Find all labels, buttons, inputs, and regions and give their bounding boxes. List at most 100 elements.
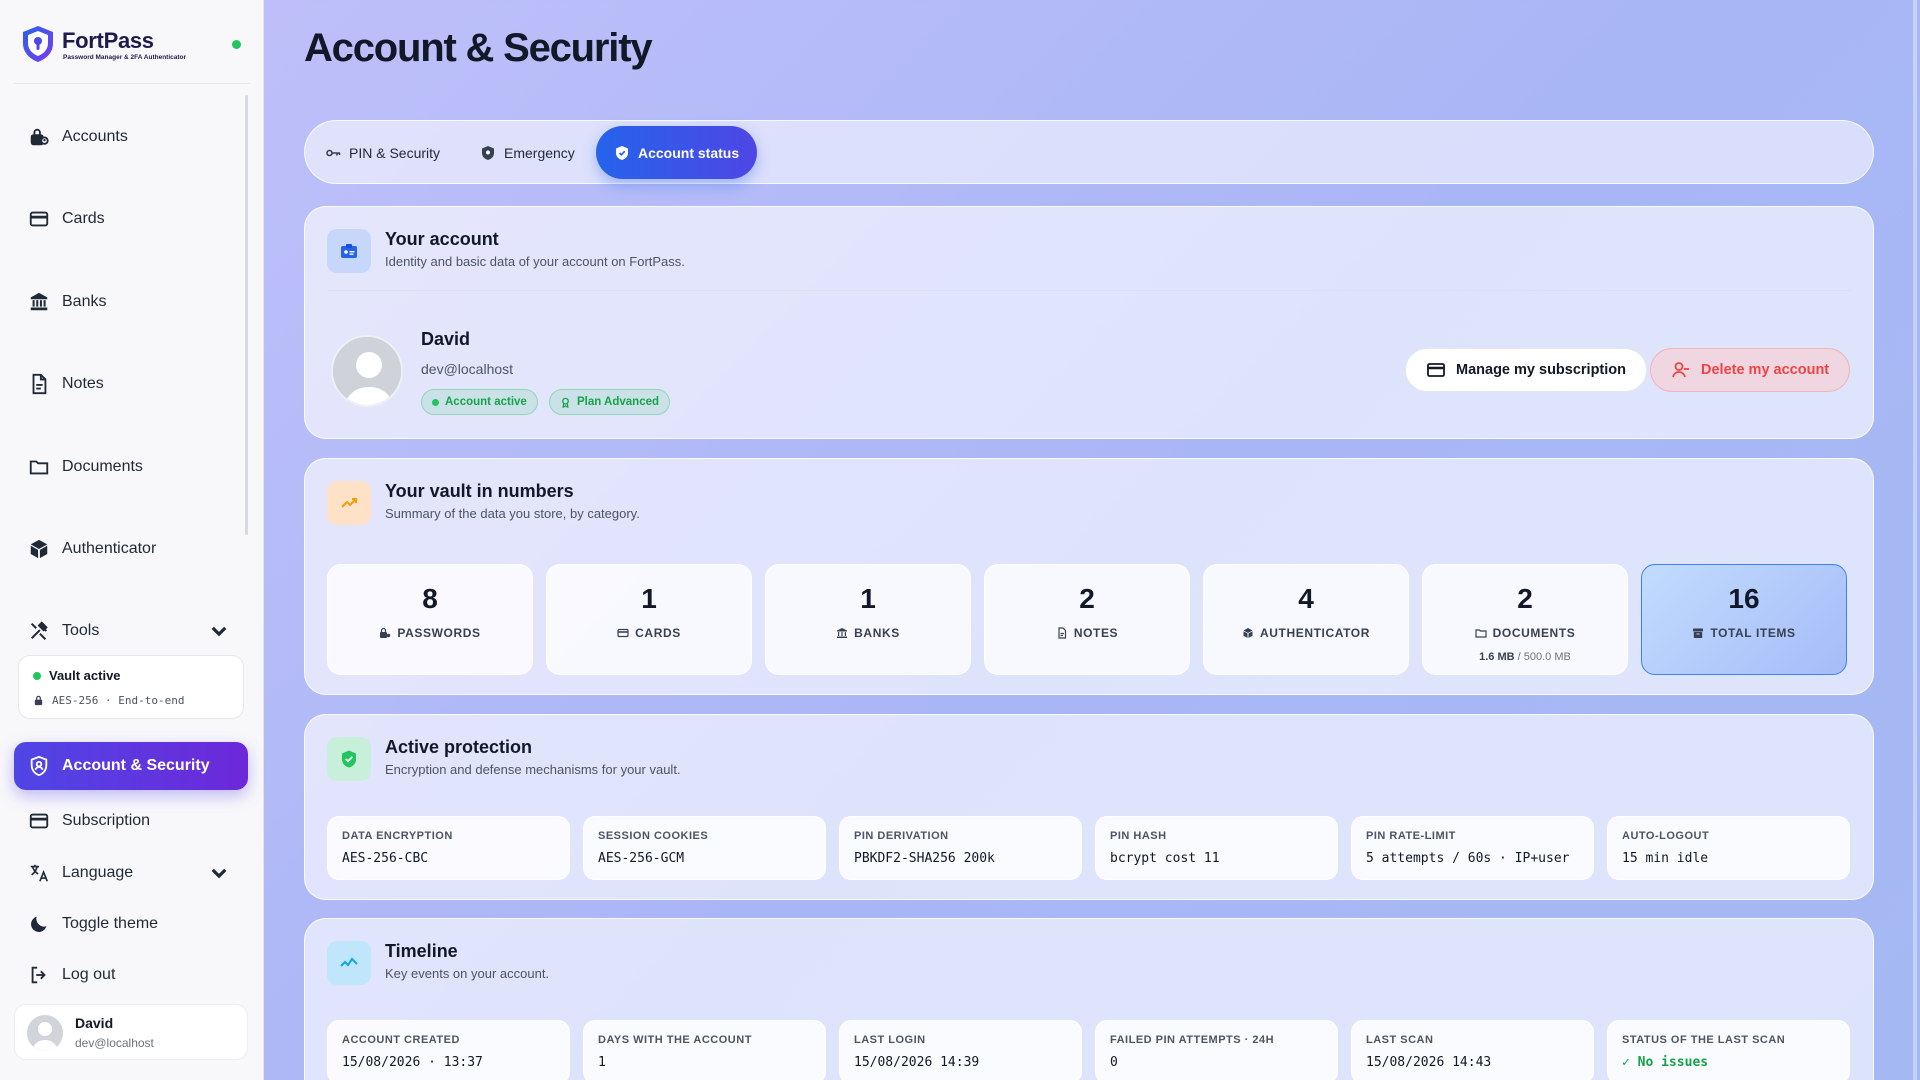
stat-label: CARDS: [547, 626, 751, 640]
tab-account-status[interactable]: Account status: [596, 126, 758, 179]
tile-last-scan-status: STATUS OF THE LAST SCAN ✓ No issues: [1607, 1020, 1850, 1080]
vault-numbers-card: Your vault in numbers Summary of the dat…: [304, 458, 1874, 695]
sidebar-item-subscription[interactable]: Subscription: [14, 799, 248, 843]
tab-label: Emergency: [504, 144, 575, 161]
user-profile-box[interactable]: David dev@localhost: [14, 1004, 248, 1060]
divider: [327, 290, 1851, 291]
page-title: Account & Security: [304, 26, 653, 70]
logo-row: FortPass Password Manager & 2FA Authenti…: [14, 16, 250, 84]
id-card-icon: [327, 229, 371, 273]
vault-numbers-subtitle: Summary of the data you store, by catego…: [385, 506, 640, 521]
bank-icon: [30, 292, 48, 311]
activity-icon: [327, 941, 371, 985]
stat-value: 2: [1079, 583, 1095, 614]
sidebar-item-accounts[interactable]: Accounts: [14, 115, 248, 159]
sidebar-item-cards[interactable]: Cards: [14, 197, 248, 241]
button-label: Manage my subscription: [1456, 362, 1627, 378]
badge-label: Plan Advanced: [577, 396, 660, 408]
protection-title: Active protection: [385, 737, 533, 757]
user-name: David: [75, 1015, 114, 1031]
stat-value: 2: [1517, 583, 1533, 614]
note-icon: [1058, 627, 1066, 639]
toggle-theme-button[interactable]: Toggle theme: [14, 902, 248, 946]
tab-emergency[interactable]: Emergency: [462, 126, 593, 179]
tile-pin-derivation: PIN DERIVATION PBKDF2-SHA256 200k: [839, 816, 1082, 880]
cube-icon: [30, 539, 48, 559]
button-label: Delete my account: [1701, 362, 1830, 378]
stat-value: 4: [1298, 583, 1314, 614]
page-scrollbar[interactable]: [1913, 0, 1917, 1080]
avatar: [331, 335, 403, 407]
stat-label: AUTHENTICATOR: [1204, 626, 1408, 640]
avatar-placeholder-icon: [333, 337, 401, 405]
cube-icon: [1243, 628, 1253, 638]
sidebar-item-label: Language: [62, 864, 134, 881]
user-minus-icon: [1672, 362, 1689, 378]
key-icon: [326, 149, 341, 156]
sidebar-item-label: Log out: [62, 966, 116, 983]
sidebar-item-authenticator[interactable]: Authenticator: [14, 527, 248, 571]
stat-banks[interactable]: 1 BANKS: [765, 564, 971, 675]
tab-pin-security[interactable]: PIN & Security: [307, 126, 458, 179]
sidebar-item-documents[interactable]: Documents: [14, 445, 248, 489]
tile-auto-logout: AUTO-LOGOUT 15 min idle: [1607, 816, 1850, 880]
stat-label: DOCUMENTS: [1423, 626, 1627, 640]
lock-icon: [34, 695, 43, 706]
translate-icon: [30, 864, 49, 882]
tile-failed-pin-attempts: FAILED PIN ATTEMPTS · 24H 0: [1095, 1020, 1338, 1080]
brand-name: FortPass: [62, 28, 154, 53]
vault-status-dot: [33, 671, 41, 680]
credit-card-icon: [29, 211, 49, 227]
lock-user-icon: [30, 128, 49, 146]
stat-documents[interactable]: 2 DOCUMENTS 1.6 MB / 500.0 MB: [1422, 564, 1628, 675]
credit-card-icon: [1427, 363, 1445, 377]
tile-session-cookies: SESSION COOKIES AES-256-GCM: [583, 816, 826, 880]
stat-label: BANKS: [766, 626, 970, 640]
tile-last-scan: LAST SCAN 15/08/2026 14:43: [1351, 1020, 1594, 1080]
sidebar-item-label: Accounts: [62, 128, 128, 145]
stat-authenticator[interactable]: 4 AUTHENTICATOR: [1203, 564, 1409, 675]
vault-status-subtitle: AES-256 · End-to-end: [33, 694, 184, 707]
credit-card-icon: [29, 813, 49, 829]
logout-icon: [31, 966, 46, 984]
manage-subscription-button[interactable]: Manage my subscription: [1405, 348, 1648, 392]
lock-user-icon: [380, 627, 391, 638]
award-icon: [562, 397, 569, 408]
stat-label: TOTAL ITEMS: [1642, 626, 1846, 640]
sidebar-item-label: Authenticator: [62, 540, 157, 557]
account-email: dev@localhost: [421, 361, 514, 377]
chevron-down-icon: [211, 868, 227, 879]
storage-usage: 1.6 MB / 500.0 MB: [1423, 651, 1627, 663]
tile-data-encryption: DATA ENCRYPTION AES-256-CBC: [327, 816, 570, 880]
credit-card-icon: [617, 628, 629, 638]
account-card: Your account Identity and basic data of …: [304, 206, 1874, 439]
stat-notes[interactable]: 2 NOTES: [984, 564, 1190, 675]
archive-icon: [1693, 628, 1704, 638]
stat-value: 1: [641, 583, 657, 614]
tab-bar: PIN & Security Emergency Account status: [304, 120, 1874, 184]
shield-user-icon: [30, 755, 48, 777]
tile-account-created: ACCOUNT CREATED 15/08/2026 · 13:37: [327, 1020, 570, 1080]
tile-pin-rate-limit: PIN RATE-LIMIT 5 attempts / 60s · IP+use…: [1351, 816, 1594, 880]
protection-subtitle: Encryption and defense mechanisms for yo…: [385, 762, 681, 777]
stat-label: PASSWORDS: [328, 626, 532, 640]
shield-icon: [482, 145, 494, 160]
logout-button[interactable]: Log out: [14, 953, 248, 997]
sidebar-item-notes[interactable]: Notes: [14, 362, 248, 406]
delete-account-button[interactable]: Delete my account: [1650, 348, 1851, 392]
bank-icon: [837, 628, 848, 638]
sidebar-item-label: Toggle theme: [62, 915, 159, 932]
storage-quota: / 500.0 MB: [1517, 651, 1571, 663]
sidebar-item-account-security[interactable]: Account & Security: [14, 742, 248, 790]
vault-status-title: Vault active: [33, 668, 121, 683]
stat-total-items[interactable]: 16 TOTAL ITEMS: [1641, 564, 1847, 675]
stat-passwords[interactable]: 8 PASSWORDS: [327, 564, 533, 675]
sidebar-item-tools[interactable]: Tools: [14, 609, 248, 653]
stat-cards[interactable]: 1 CARDS: [546, 564, 752, 675]
trend-up-icon: [327, 481, 371, 525]
sidebar-scrollbar[interactable]: [245, 95, 248, 535]
sidebar-item-banks[interactable]: Banks: [14, 280, 248, 324]
account-name: David: [421, 329, 471, 349]
sidebar-item-language[interactable]: Language: [14, 851, 248, 895]
tile-last-login: LAST LOGIN 15/08/2026 14:39: [839, 1020, 1082, 1080]
